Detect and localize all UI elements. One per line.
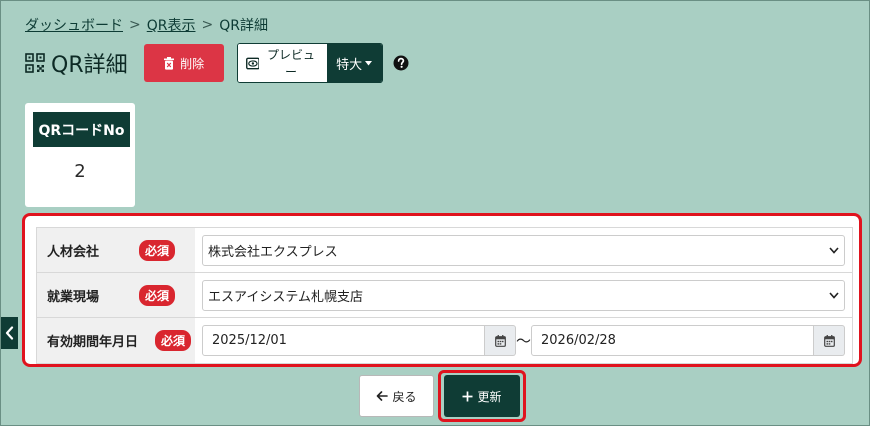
preview-button[interactable]: プレビュー [237,44,327,82]
title-row: QR詳細 削除 プレビュー 特大 [25,43,409,83]
caret-down-icon [365,60,373,65]
eye-icon [245,57,260,69]
form-label: 人材会社 必須 [37,228,195,272]
required-badge: 必須 [154,330,191,351]
arrow-left-icon [377,391,389,401]
form-row-validity-period: 有効期間年月日 必須 2025/12/01 〜 2026/02/28 [37,318,852,363]
chevron-down-icon [829,291,839,299]
form-row-staffing-company: 人材会社 必須 株式会社エクスプレス [37,228,852,273]
size-dropdown-button[interactable]: 特大 [326,44,382,82]
back-button-label: 戻る [392,389,417,404]
qr-code-number-header: QRコードNo [33,112,130,147]
form-input-cell: エスアイシステム札幌支店 [195,273,852,317]
form-label-text: 人材会社 [47,244,100,260]
start-date-calendar-button[interactable] [485,325,516,356]
qrcode-icon [25,53,45,73]
form-label: 就業現場 必須 [37,273,195,317]
breadcrumb-separator: > [129,17,141,33]
form-input-cell: 株式会社エクスプレス [195,228,852,272]
preview-button-label: プレビュー [267,48,316,79]
trash-icon [164,56,175,70]
end-date-calendar-button[interactable] [814,325,845,356]
calendar-icon [494,334,506,347]
end-date-input[interactable]: 2026/02/28 [531,325,814,356]
required-badge: 必須 [138,239,175,261]
update-button[interactable]: 更新 [444,375,520,417]
form-table: 人材会社 必須 株式会社エクスプレス 就業現場 必須 エスアイシステム札幌支店 [36,227,853,364]
date-range-separator: 〜 [516,332,532,350]
sidebar-toggle-tab[interactable] [1,317,18,349]
staffing-company-select[interactable]: 株式会社エクスプレス [202,234,845,266]
update-highlight-frame: 更新 [438,370,526,422]
breadcrumb-separator: > [201,17,214,33]
plus-icon [462,391,473,401]
update-button-label: 更新 [477,389,502,404]
delete-button-label: 削除 [180,56,205,71]
form-label-text: 有効期間年月日 [47,335,139,350]
breadcrumb-qr-list-link[interactable]: QR表示 [147,15,196,35]
size-dropdown-label: 特大 [336,56,363,72]
chevron-down-icon [829,246,839,254]
date-range-group: 2025/12/01 〜 2026/02/28 [202,325,845,356]
qr-code-number-value: 2 [74,161,86,182]
required-badge: 必須 [138,284,175,306]
form-highlight-frame: 人材会社 必須 株式会社エクスプレス 就業現場 必須 エスアイシステム札幌支店 [22,213,862,367]
work-site-select[interactable]: エスアイシステム札幌支店 [202,279,845,311]
form-label: 有効期間年月日 必須 [37,318,195,363]
form-input-cell: 2025/12/01 〜 2026/02/28 [195,318,852,363]
start-date-input[interactable]: 2025/12/01 [202,325,485,356]
qr-code-number-card: QRコードNo 2 [25,103,135,207]
breadcrumb: ダッシュボード > QR表示 > QR詳細 [25,15,268,35]
page-title: QR詳細 [51,53,128,78]
form-row-work-site: 就業現場 必須 エスアイシステム札幌支店 [37,273,852,318]
back-button[interactable]: 戻る [359,375,434,417]
help-icon[interactable] [393,55,409,71]
breadcrumb-dashboard-link[interactable]: ダッシュボード [25,15,123,35]
form-label-text: 就業現場 [47,289,100,305]
select-value: 株式会社エクスプレス [208,244,338,260]
delete-button[interactable]: 削除 [143,44,224,82]
breadcrumb-current: QR詳細 [219,18,268,34]
select-value: エスアイシステム札幌支店 [208,289,363,305]
chevron-left-icon [5,326,14,340]
calendar-icon [823,334,835,347]
preview-button-group: プレビュー 特大 [236,43,383,83]
